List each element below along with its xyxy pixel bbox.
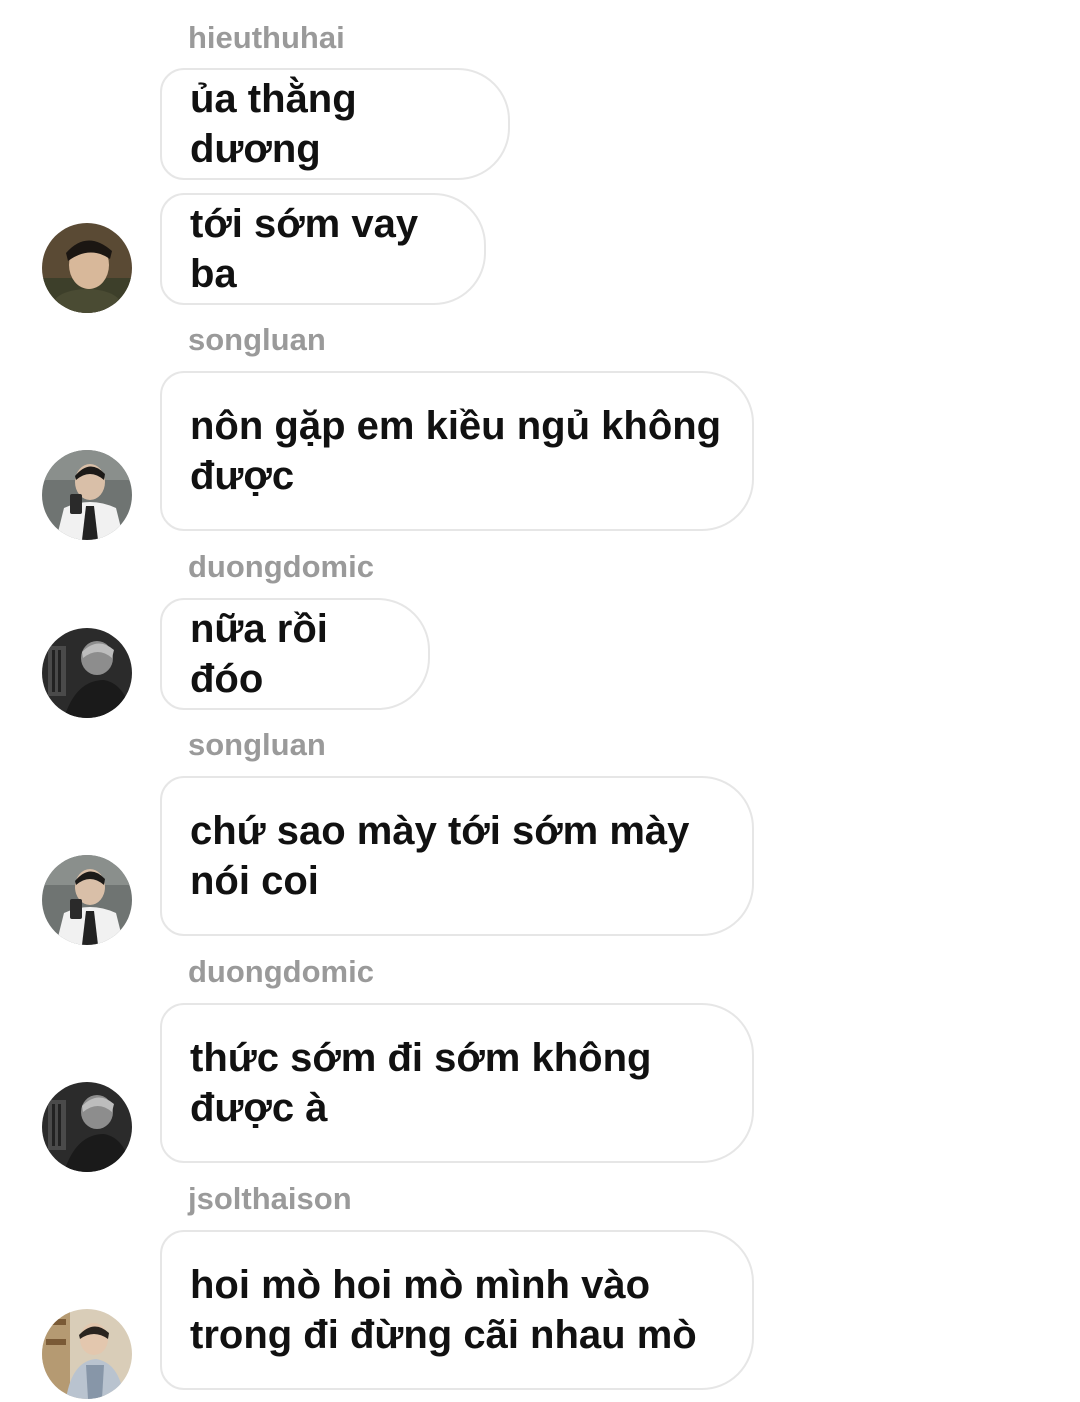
message-text: hoi mò hoi mò mình vào trong đi đừng cãi… <box>190 1263 697 1357</box>
sender-name: songluan <box>188 322 326 357</box>
message-bubble[interactable]: tới sớm vay ba <box>160 193 486 305</box>
avatar-duongdomic[interactable] <box>42 1082 132 1172</box>
sender-name: songluan <box>188 727 326 762</box>
message-bubble[interactable]: chứ sao mày tới sớm mày nói coi <box>160 776 754 936</box>
message-text: tới sớm vay ba <box>190 202 430 296</box>
message-bubble[interactable]: ủa thằng dương <box>160 68 510 180</box>
message-bubble[interactable]: thức sớm đi sớm không được à <box>160 1003 754 1163</box>
sender-name: duongdomic <box>188 954 374 989</box>
sender-name: duongdomic <box>188 549 374 584</box>
message-text: nữa rồi đóo <box>190 607 339 701</box>
avatar-songluan[interactable] <box>42 855 132 945</box>
message-bubble[interactable]: nữa rồi đóo <box>160 598 430 710</box>
message-text: thức sớm đi sớm không được à <box>190 1036 652 1130</box>
message-bubble[interactable]: nôn gặp em kiều ngủ không được <box>160 371 754 531</box>
avatar-duongdomic[interactable] <box>42 628 132 718</box>
message-text: chứ sao mày tới sớm mày nói coi <box>190 809 690 903</box>
message-text: ủa thằng dương <box>190 77 368 171</box>
sender-name: hieuthuhai <box>188 20 345 55</box>
sender-name: jsolthaison <box>188 1181 352 1216</box>
avatar-hieuthuhai[interactable] <box>42 223 132 313</box>
avatar-songluan[interactable] <box>42 450 132 540</box>
message-text: nôn gặp em kiều ngủ không được <box>190 404 722 498</box>
message-bubble[interactable]: hoi mò hoi mò mình vào trong đi đừng cãi… <box>160 1230 754 1390</box>
avatar-jsolthaison[interactable] <box>42 1309 132 1399</box>
